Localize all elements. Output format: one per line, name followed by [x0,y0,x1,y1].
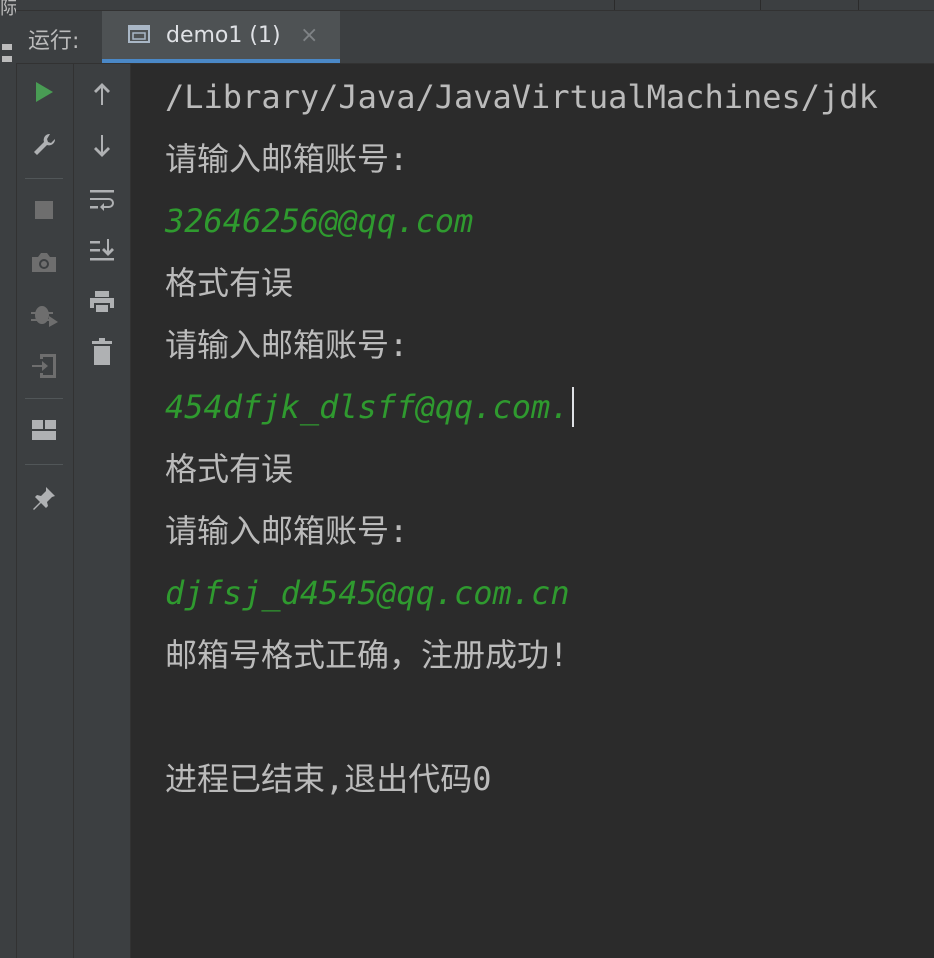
console-line-prompt: 请输入邮箱账号: [165,326,409,364]
console-line-error: 格式有误 [165,264,294,302]
tab-demo1[interactable]: demo1 (1) × [102,11,340,63]
input-text: 454dfjk_dlsff@qq.com. [165,388,570,426]
edge-marker [2,44,12,50]
pin-icon[interactable] [24,478,64,518]
trash-icon[interactable] [82,332,122,372]
console-line-exit: 进程已结束,退出代码0 [165,760,492,798]
console-line-success: 邮箱号格式正确，注册成功! [165,636,569,674]
arrow-up-icon[interactable] [82,74,122,114]
debug-bug-icon[interactable] [24,294,64,334]
wrench-icon[interactable] [24,124,64,164]
login-icon[interactable] [24,346,64,386]
top-toolbar-remnant [16,0,934,11]
close-icon[interactable]: × [300,23,318,48]
console-line-prompt: 请输入邮箱账号: [165,140,409,178]
console-line-user-input: 32646256@@qq.com [165,202,474,240]
console-line-error: 格式有误 [165,450,294,488]
run-toolbar-secondary [74,64,131,958]
layout-icon[interactable] [24,410,64,450]
stop-icon[interactable] [24,190,64,230]
soft-wrap-icon[interactable] [82,180,122,220]
tab-title: demo1 (1) [166,23,281,48]
run-toolbar-primary [17,64,74,958]
text-caret [571,387,574,427]
console-line-user-input: 454dfjk_dlsff@qq.com. [165,387,574,427]
console-output[interactable]: /Library/Java/JavaVirtualMachines/jdk 请输… [131,64,934,958]
console-line-command: /Library/Java/JavaVirtualMachines/jdk [165,78,878,116]
console-window-icon [128,25,152,45]
run-panel-header: 运行: demo1 (1) × [16,11,934,64]
left-edge-strip: 际 [0,0,18,958]
run-icon[interactable] [24,72,64,112]
run-label: 运行: [28,29,80,54]
arrow-down-icon[interactable] [82,126,122,166]
print-icon[interactable] [82,282,122,322]
tab-active-underline [102,59,340,63]
scroll-to-end-icon[interactable] [82,230,122,270]
console-line-user-input: djfsj_d4545@qq.com.cn [165,574,570,612]
edge-marker [2,56,12,62]
console-line-prompt: 请输入邮箱账号: [165,512,409,550]
camera-icon[interactable] [24,242,64,282]
